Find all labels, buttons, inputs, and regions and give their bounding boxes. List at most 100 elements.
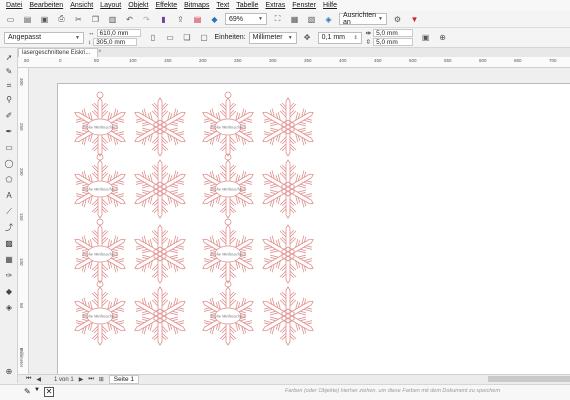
eyedropper-icon[interactable]: ✎ <box>24 387 31 396</box>
menu-item-bitmaps[interactable]: Bitmaps <box>184 2 209 9</box>
application-launcher-icon[interactable]: ◆ <box>208 13 221 26</box>
parallel-dimension-icon[interactable]: ⟋ <box>3 206 15 217</box>
units-select[interactable]: Millimeter ▼ <box>248 31 297 44</box>
snowflake-ornament-with-text[interactable]: Frohe Weihnachten <box>199 91 257 157</box>
undo-icon[interactable]: ↶ <box>123 13 136 26</box>
transparency-tool-icon[interactable]: ▦ <box>3 254 15 265</box>
page-height-field[interactable]: 305,0 mm <box>93 38 138 46</box>
standard-toolbar: ▭ ▤ ▣ ⎙ ✂ ❐ ▥ ↶ ↷ ▮ ⇪ ▤ ◆ 69% ▼ ⛶ ▦ ▧ ◈ A… <box>0 11 570 28</box>
page-border-icon[interactable]: ▣ <box>419 31 432 44</box>
dup-y-field[interactable]: 5,0 mm <box>373 38 414 46</box>
snowflake-ornament-with-text[interactable]: Frohe Weihnachten <box>71 280 129 346</box>
snowflake-ornament[interactable] <box>259 224 317 284</box>
interactive-fill-icon[interactable]: ◆ <box>3 286 15 297</box>
full-screen-icon[interactable]: ⛶ <box>271 13 284 26</box>
menu-item-objekt[interactable]: Objekt <box>128 2 148 9</box>
grid-icon[interactable]: ▧ <box>305 13 318 26</box>
menu-item-effekte[interactable]: Effekte <box>155 2 177 9</box>
smart-fill-icon[interactable]: ◈ <box>3 302 15 313</box>
snowflake-ornament-with-text[interactable]: Frohe Weihnachten <box>71 91 129 157</box>
pdf-icon[interactable]: ▤ <box>191 13 204 26</box>
snowflake-ornament[interactable] <box>131 97 189 157</box>
page-tab-1[interactable]: Seite 1 <box>108 375 140 384</box>
polygon-tool-icon[interactable]: ⬠ <box>3 174 15 185</box>
landscape-icon[interactable]: ▭ <box>164 31 177 44</box>
options-icon[interactable]: ⚙ <box>391 13 404 26</box>
portrait-icon[interactable]: ▯ <box>147 31 160 44</box>
tab-close-icon[interactable]: × <box>98 48 106 57</box>
snowflake-ornament[interactable] <box>259 159 317 219</box>
ellipse-tool-icon[interactable]: ◯ <box>3 158 15 169</box>
snowflake-ornament[interactable] <box>259 97 317 157</box>
copy-icon[interactable]: ❐ <box>89 13 102 26</box>
dup-x-field[interactable]: 5,0 mm <box>373 29 414 37</box>
menu-item-extras[interactable]: Extras <box>265 2 285 9</box>
snowflake-ornament-with-text[interactable]: Frohe Weihnachten <box>71 153 129 219</box>
menu-item-ansicht[interactable]: Ansicht <box>70 2 93 9</box>
connector-tool-icon[interactable]: ⤴ <box>3 222 15 233</box>
snowflake-ornament[interactable] <box>131 286 189 346</box>
all-pages-icon[interactable]: ❏ <box>181 31 194 44</box>
snowflake-ornament[interactable] <box>259 286 317 346</box>
shape-tool-icon[interactable]: ✎ <box>3 66 15 77</box>
pick-tool-icon[interactable]: ➚ <box>3 52 15 63</box>
snowflake-ornament-with-text[interactable]: Frohe Weihnachten <box>199 153 257 219</box>
menu-item-text[interactable]: Text <box>216 2 229 9</box>
new-document-icon[interactable]: ▭ <box>4 13 17 26</box>
add-page-icon[interactable]: ⊞ <box>99 376 104 383</box>
snowflake-ornament[interactable] <box>131 224 189 284</box>
document-tab[interactable]: lasergeschnittene Eiskri... <box>18 48 98 57</box>
add-tool-icon[interactable]: ⊕ <box>3 366 15 377</box>
launch-icon[interactable]: ▼ <box>408 13 421 26</box>
menu-item-datei[interactable]: Datei <box>6 2 22 9</box>
snap-icon[interactable]: ◈ <box>322 13 335 26</box>
eyedropper-icon[interactable]: ✑ <box>3 270 15 281</box>
zoom-tool-icon[interactable]: ⚲ <box>3 94 15 105</box>
nudge-distance-field[interactable]: 0,1 mm ⇕ <box>317 31 362 44</box>
snap-to-label: Ausrichten an <box>343 12 377 26</box>
dup-x-icon: ⇹ <box>365 30 372 37</box>
artistic-media-icon[interactable]: ✒ <box>3 126 15 137</box>
menu-item-bearbeiten[interactable]: Bearbeiten <box>29 2 63 9</box>
page-width-field[interactable]: 610,0 mm <box>96 29 141 37</box>
snowflake-ornament-with-text[interactable]: Frohe Weihnachten <box>71 218 129 284</box>
cut-icon[interactable]: ✂ <box>72 13 85 26</box>
crop-tool-icon[interactable]: ⌗ <box>3 80 15 91</box>
drop-shadow-icon[interactable]: ▩ <box>3 238 15 249</box>
import-icon[interactable]: ▮ <box>157 13 170 26</box>
zoom-select[interactable]: 69% ▼ <box>225 13 267 25</box>
open-icon[interactable]: ▤ <box>21 13 34 26</box>
save-icon[interactable]: ▣ <box>38 13 51 26</box>
no-fill-swatch[interactable]: ✕ <box>44 387 54 397</box>
redo-icon[interactable]: ↷ <box>140 13 153 26</box>
ruler-tick-label: 150 <box>19 213 24 221</box>
snowflake-ornament[interactable] <box>131 159 189 219</box>
current-page-icon[interactable]: ▢ <box>198 31 211 44</box>
menu-item-hilfe[interactable]: Hilfe <box>323 2 337 9</box>
first-page-icon[interactable]: ⏮ <box>26 376 31 383</box>
text-tool-icon[interactable]: A <box>3 190 15 201</box>
horizontal-scrollbar[interactable] <box>488 376 570 382</box>
snowflake-ornament-with-text[interactable]: Frohe Weihnachten <box>199 218 257 284</box>
snap-to-select[interactable]: Ausrichten an ▼ <box>339 12 387 26</box>
rectangle-tool-icon[interactable]: ▭ <box>3 142 15 153</box>
print-icon[interactable]: ⎙ <box>55 13 68 26</box>
chevron-down-icon[interactable]: ▼ <box>34 387 40 393</box>
snowflake-ornament-with-text[interactable]: Frohe Weihnachten <box>199 280 257 346</box>
add-page-icon[interactable]: ⊕ <box>436 31 449 44</box>
page-size-select[interactable]: Angepasst ▼ <box>4 31 84 44</box>
freehand-tool-icon[interactable]: ✐ <box>3 110 15 121</box>
menu-item-tabelle[interactable]: Tabelle <box>236 2 258 9</box>
paste-icon[interactable]: ▥ <box>106 13 119 26</box>
export-icon[interactable]: ⇪ <box>174 13 187 26</box>
document-page[interactable]: Frohe Weihnachten Frohe Weihnachten Frohe … <box>57 83 570 374</box>
horizontal-ruler[interactable]: 50 0 50 100 150 200 250 300 350 400 450 500 550 600 65… <box>18 57 570 68</box>
last-page-icon[interactable]: ⏭ <box>88 376 93 383</box>
previous-page-icon[interactable]: ◀ <box>36 376 41 383</box>
menu-item-layout[interactable]: Layout <box>100 2 121 9</box>
vertical-ruler[interactable]: 300 250 200 150 100 50 0 Millimeter <box>18 68 29 374</box>
rulers-icon[interactable]: ▦ <box>288 13 301 26</box>
menu-item-fenster[interactable]: Fenster <box>292 2 316 9</box>
ruler-unit-label: Millimeter <box>19 348 24 368</box>
next-page-icon[interactable]: ▶ <box>79 376 84 383</box>
